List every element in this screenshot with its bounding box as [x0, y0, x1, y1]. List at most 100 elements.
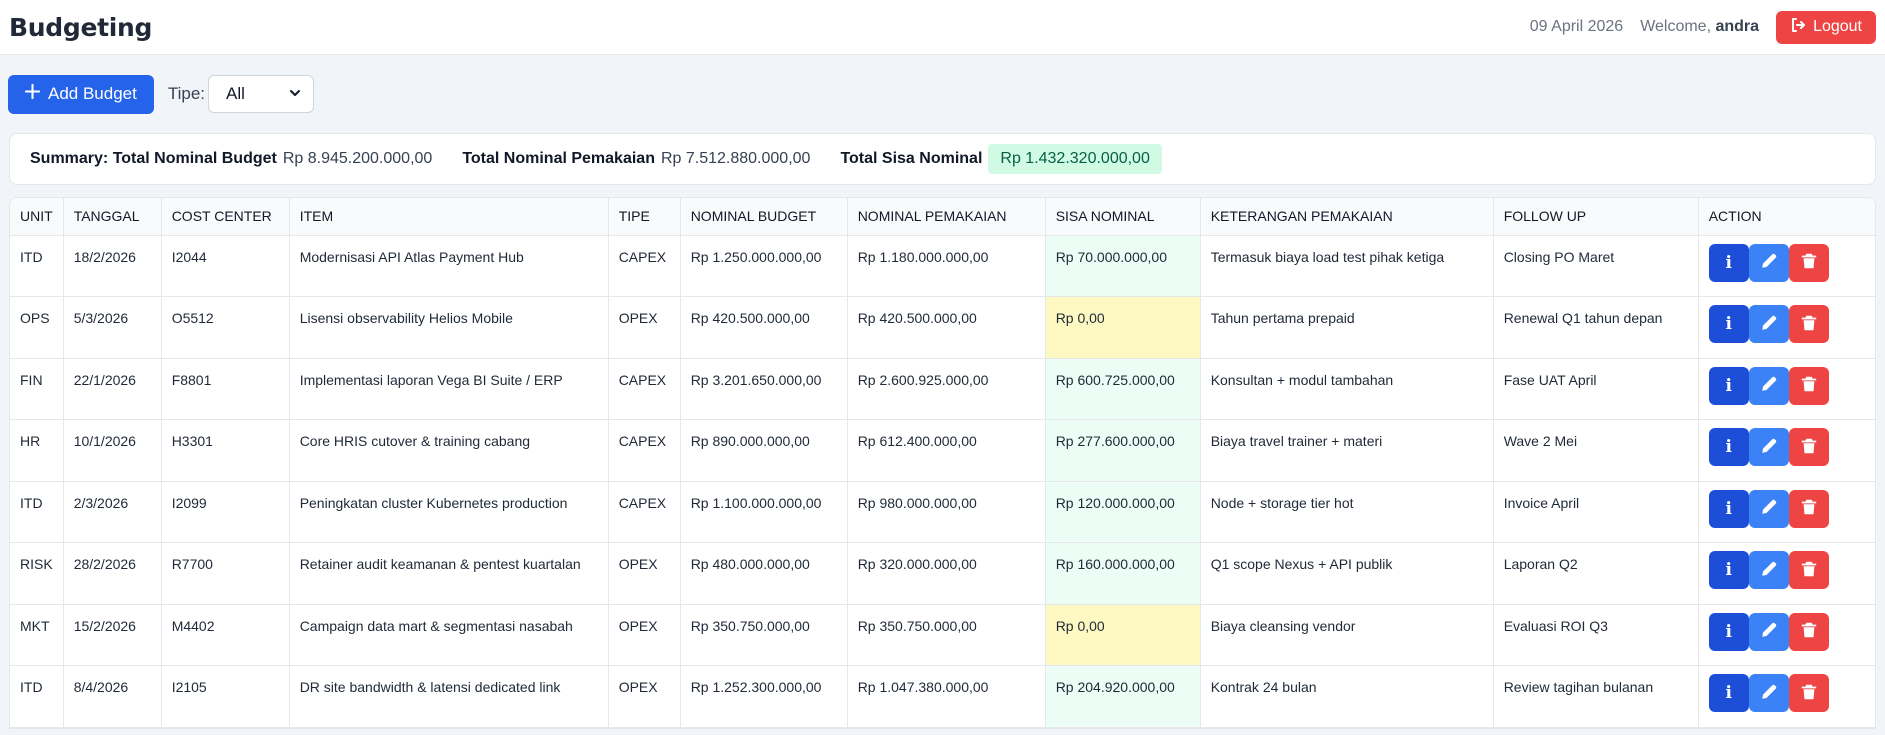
cell-nominal-pemakaian: Rp 350.750.000,00 [847, 604, 1046, 666]
info-button[interactable]: i [1708, 674, 1749, 712]
cell-sisa-nominal: Rp 0,00 [1045, 296, 1201, 359]
cell-keterangan: Kontrak 24 bulan [1200, 665, 1494, 728]
edit-button[interactable] [1748, 428, 1789, 466]
cell-tipe: OPEX [608, 542, 681, 605]
edit-button[interactable] [1748, 674, 1789, 712]
info-icon: i [1725, 314, 1732, 334]
cell-sisa-nominal: Rp 204.920.000,00 [1045, 665, 1201, 728]
edit-button[interactable] [1748, 243, 1789, 282]
cell-unit: RISK [10, 542, 64, 605]
logout-icon [1790, 17, 1806, 38]
row-actions: i [1708, 428, 1865, 466]
top-bar: Budgeting 09 April 2026 Welcome, andra L… [0, 0, 1885, 55]
info-icon: i [1725, 683, 1732, 703]
cell-tipe: CAPEX [608, 235, 681, 297]
delete-button[interactable] [1788, 243, 1829, 282]
col-item: ITEM [289, 198, 609, 236]
cell-tipe: CAPEX [608, 419, 681, 482]
info-button[interactable]: i [1708, 612, 1749, 651]
app-title: Budgeting [9, 12, 153, 42]
info-icon: i [1725, 498, 1732, 519]
cell-tanggal: 28/2/2026 [63, 542, 162, 605]
cell-tanggal: 5/3/2026 [63, 296, 162, 359]
info-icon: i [1725, 375, 1732, 396]
trash-icon [1800, 498, 1818, 519]
logout-button[interactable]: Logout [1776, 10, 1876, 44]
cell-cost-center: H3301 [161, 419, 290, 482]
cell-unit: ITD [10, 481, 64, 543]
cell-cost-center: O5512 [161, 296, 290, 359]
pencil-icon [1760, 252, 1778, 273]
table-row: FIN 22/1/2026 F8801 Implementasi laporan Ve… [10, 358, 1875, 420]
summary-budget: Summary: Total Nominal Budget Rp 8.945.2… [30, 150, 432, 168]
col-action: ACTION [1698, 198, 1875, 236]
col-nominal-pemakaian: NOMINAL PEMAKAIAN [847, 198, 1046, 236]
table-row: HR 10/1/2026 H3301 Core HRIS cutover & trai… [10, 419, 1875, 482]
summary-pemakaian-value: Rp 7.512.880.000,00 [660, 150, 811, 167]
delete-button[interactable] [1788, 674, 1829, 712]
cell-item: Peningkatan cluster Kubernetes productio… [289, 481, 609, 543]
cell-follow-up: Invoice April [1493, 481, 1699, 543]
edit-button[interactable] [1748, 489, 1789, 528]
plus-icon [24, 83, 41, 104]
cell-item: Modernisasi API Atlas Payment Hub [289, 235, 609, 297]
pencil-icon [1760, 375, 1778, 396]
cell-nominal-budget: Rp 350.750.000,00 [680, 604, 848, 666]
info-button[interactable]: i [1708, 366, 1749, 405]
cell-item: Campaign data mart & segmentasi nasabah [289, 604, 609, 666]
info-button[interactable]: i [1708, 489, 1749, 528]
cell-cost-center: I2105 [161, 665, 290, 728]
row-actions: i [1708, 243, 1865, 282]
summary-sisa: Total Sisa Nominal Rp 1.432.320.000,00 [840, 144, 1162, 174]
trash-icon [1800, 252, 1818, 273]
summary-sisa-label: Total Sisa Nominal [840, 150, 983, 167]
tipe-filter: Tipe: All [167, 75, 315, 113]
cell-cost-center: R7700 [161, 542, 290, 605]
cell-keterangan: Biaya travel trainer + materi [1200, 419, 1494, 482]
cell-action: i [1698, 235, 1875, 297]
info-button[interactable]: i [1708, 243, 1749, 282]
edit-button[interactable] [1748, 551, 1789, 589]
cell-nominal-pemakaian: Rp 420.500.000,00 [847, 296, 1046, 359]
table-row: ITD 18/2/2026 I2044 Modernisasi API Atlas P… [10, 235, 1875, 297]
cell-unit: ITD [10, 235, 64, 297]
info-button[interactable]: i [1708, 305, 1749, 343]
info-button[interactable]: i [1708, 428, 1749, 466]
tipe-label: Tipe: [167, 84, 206, 103]
delete-button[interactable] [1788, 489, 1829, 528]
delete-button[interactable] [1788, 551, 1829, 589]
cell-tipe: CAPEX [608, 481, 681, 543]
cell-keterangan: Tahun pertama prepaid [1200, 296, 1494, 359]
cell-item: Core HRIS cutover & training cabang [289, 419, 609, 482]
info-icon: i [1725, 560, 1732, 580]
pencil-icon [1760, 437, 1778, 458]
cell-nominal-pemakaian: Rp 2.600.925.000,00 [847, 358, 1046, 420]
add-budget-button[interactable]: Add Budget [8, 74, 154, 114]
logout-label: Logout [1813, 18, 1862, 35]
info-button[interactable]: i [1708, 551, 1749, 589]
trash-icon [1800, 683, 1818, 704]
cell-nominal-pemakaian: Rp 612.400.000,00 [847, 419, 1046, 482]
cell-tipe: OPEX [608, 604, 681, 666]
delete-button[interactable] [1788, 305, 1829, 343]
edit-button[interactable] [1748, 366, 1789, 405]
username: andra [1715, 18, 1760, 35]
cell-item: DR site bandwidth & latensi dedicated li… [289, 665, 609, 728]
cell-unit: FIN [10, 358, 64, 420]
delete-button[interactable] [1788, 428, 1829, 466]
row-actions: i [1708, 305, 1865, 343]
toolbar: Add Budget Tipe: All [0, 55, 1885, 133]
cell-action: i [1698, 358, 1875, 420]
info-icon: i [1725, 252, 1732, 273]
delete-button[interactable] [1788, 366, 1829, 405]
delete-button[interactable] [1788, 612, 1829, 651]
col-unit: UNIT [10, 198, 64, 236]
tipe-select[interactable]: All [208, 75, 315, 113]
edit-button[interactable] [1748, 612, 1789, 651]
cell-nominal-budget: Rp 890.000.000,00 [680, 419, 848, 482]
cell-follow-up: Renewal Q1 tahun depan [1493, 296, 1699, 359]
edit-button[interactable] [1748, 305, 1789, 343]
cell-tanggal: 8/4/2026 [63, 665, 162, 728]
row-actions: i [1708, 612, 1865, 651]
row-actions: i [1708, 674, 1865, 712]
